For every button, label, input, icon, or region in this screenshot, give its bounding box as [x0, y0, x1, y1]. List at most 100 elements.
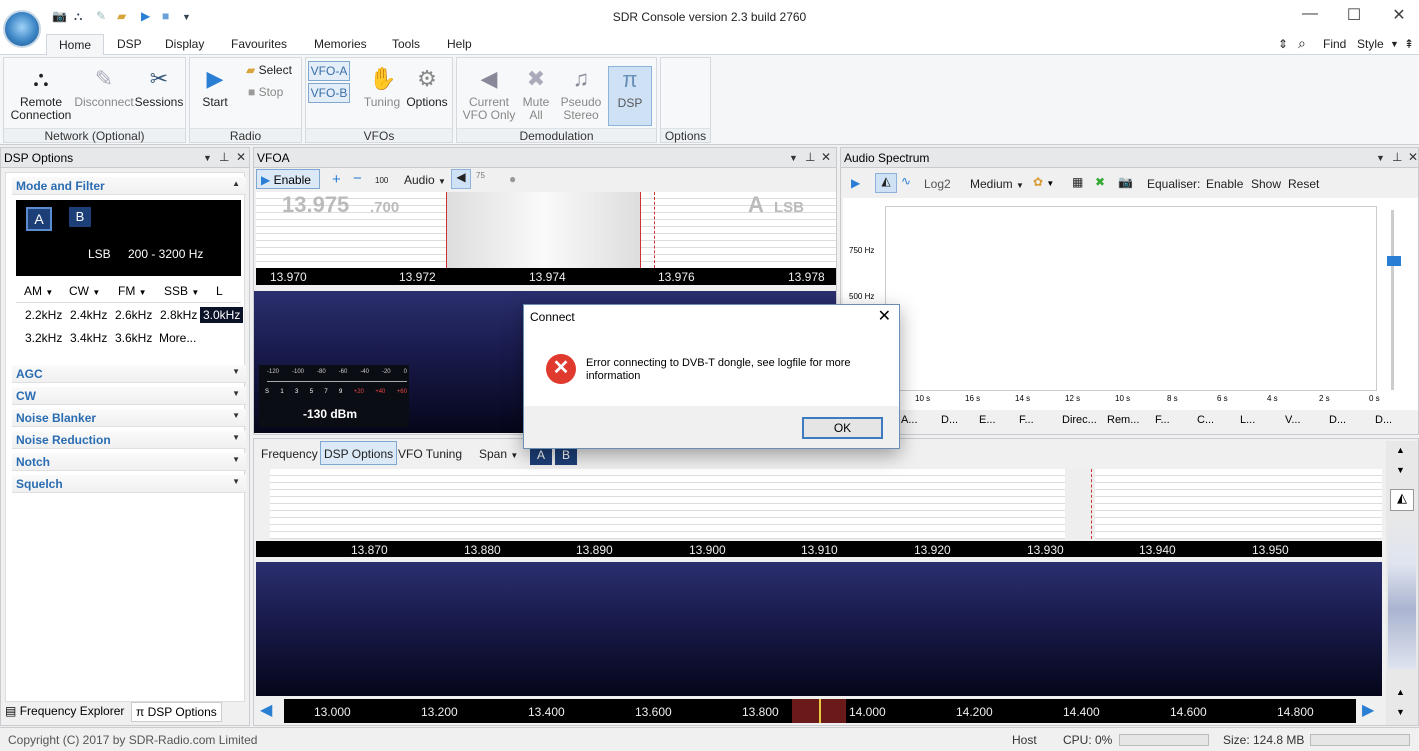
tab-v[interactable]: V... — [1285, 414, 1301, 426]
vfoa-enable-button[interactable]: ▶ Enable — [256, 169, 320, 189]
vfo-b-select[interactable]: B — [69, 207, 91, 227]
menu-favourites[interactable]: Favourites — [231, 37, 287, 51]
level-slider-thumb[interactable] — [1387, 256, 1401, 266]
gain-slider[interactable] — [1388, 519, 1416, 669]
mode-l-button[interactable]: L — [216, 284, 223, 298]
scroll-arrows-icon[interactable]: ⇕ — [1278, 37, 1288, 51]
tab-vfo-tuning[interactable]: VFO Tuning — [398, 447, 462, 461]
mode-am-button[interactable]: AM ▼ — [24, 284, 53, 298]
find-button[interactable]: Find — [1323, 37, 1346, 51]
style-button[interactable]: Style — [1357, 37, 1384, 51]
tab-c[interactable]: C... — [1197, 414, 1214, 426]
log2-button[interactable]: Log2 — [924, 177, 951, 191]
menu-home[interactable]: Home — [46, 34, 105, 56]
pin-icon[interactable]: ⊥ — [219, 150, 229, 164]
ok-button[interactable]: OK — [802, 417, 883, 439]
menu-memories[interactable]: Memories — [314, 37, 367, 51]
tab-a[interactable]: A... — [901, 414, 918, 426]
spectrum-mode-icon[interactable]: ◭ — [875, 173, 897, 193]
bw-3-4-button[interactable]: 3.4kHz — [70, 331, 107, 345]
mute-all-button[interactable]: ✖ Mute All — [517, 66, 555, 122]
style-dropdown-icon[interactable]: ▼ — [1390, 39, 1399, 49]
menu-display[interactable]: Display — [165, 37, 204, 51]
current-vfo-only-button[interactable]: ◀ Current VFO Only — [461, 66, 517, 122]
pin-icon[interactable]: ⊥ — [1392, 150, 1402, 164]
tab-dsp-options[interactable]: DSP Options — [320, 441, 398, 465]
dialog-close-icon[interactable]: ✕ — [878, 306, 891, 326]
tab-f[interactable]: F... — [1019, 414, 1034, 426]
main-waterfall[interactable] — [256, 562, 1382, 696]
tab-direc[interactable]: Direc... — [1062, 414, 1097, 426]
select-button[interactable]: ▰ Select — [246, 64, 292, 77]
remote-connection-button[interactable]: ⛬ Remote Connection — [8, 66, 74, 122]
app-logo-icon[interactable] — [3, 10, 41, 48]
menu-tools[interactable]: Tools — [392, 37, 420, 51]
scroll-up-icon[interactable]: ▲ — [1396, 687, 1405, 697]
tab-d3[interactable]: D... — [1375, 414, 1392, 426]
spectrum-view-icon[interactable]: ◭ — [1390, 489, 1414, 511]
vfo-b-button[interactable]: VFO-B — [308, 83, 350, 103]
panel-close-icon[interactable]: ✕ — [821, 150, 831, 164]
panel-menu-icon[interactable]: ▼ — [203, 153, 212, 163]
mode-filter-section[interactable]: Mode and Filter ▲ — [12, 177, 246, 195]
mode-fm-button[interactable]: FM ▼ — [118, 284, 147, 298]
left-tab-dsp-options[interactable]: π DSP Options — [131, 702, 222, 722]
tab-frequency[interactable]: Frequency — [261, 447, 318, 461]
pin-icon[interactable]: ⊥ — [805, 150, 815, 164]
play-icon[interactable]: ▶ — [851, 176, 860, 190]
notch-section[interactable]: Notch ▼ — [12, 453, 246, 471]
panel-close-icon[interactable]: ✕ — [236, 150, 246, 164]
dsp-toggle-button[interactable]: π DSP — [608, 66, 652, 126]
scroll-down-icon[interactable]: ▼ — [1396, 465, 1405, 475]
tab-f2[interactable]: F... — [1155, 414, 1170, 426]
main-scale[interactable]: 13.870 13.880 13.890 13.900 13.910 13.92… — [256, 541, 1382, 557]
cw-section[interactable]: CW ▼ — [12, 387, 246, 405]
mode-cw-button[interactable]: CW ▼ — [69, 284, 100, 298]
bw-2-2-button[interactable]: 2.2kHz — [25, 308, 62, 322]
zoom-out-icon[interactable]: − — [353, 170, 362, 187]
panel-close-icon[interactable]: ✕ — [1408, 150, 1418, 164]
medium-dropdown[interactable]: Medium ▼ — [970, 177, 1024, 191]
level-slider-track[interactable] — [1391, 210, 1394, 390]
menu-dsp[interactable]: DSP — [117, 37, 142, 51]
pseudo-stereo-button[interactable]: ♫ Pseudo Stereo — [555, 66, 607, 122]
bw-3-2-button[interactable]: 3.2kHz — [25, 331, 62, 345]
record-dot-icon[interactable]: ● — [509, 172, 516, 186]
sessions-button[interactable]: ✂ Sessions — [134, 66, 184, 109]
search-icon[interactable]: ⌕ — [1298, 35, 1306, 52]
vfo-options-button[interactable]: ⚙ Options — [404, 66, 450, 109]
ribbon-collapse-icon[interactable]: ⇞ — [1404, 37, 1414, 51]
tab-l[interactable]: L... — [1240, 414, 1255, 426]
start-button[interactable]: ▶ Start — [196, 66, 234, 109]
agc-section[interactable]: AGC ▼ — [12, 365, 246, 383]
span-dropdown[interactable]: Span ▼ — [479, 447, 518, 461]
tab-d[interactable]: D... — [941, 414, 958, 426]
wave-icon[interactable]: ∿ — [901, 174, 911, 188]
scroll-left-icon[interactable]: ◀ — [260, 700, 272, 720]
close-button[interactable]: ✕ — [1384, 5, 1414, 25]
tab-rem[interactable]: Rem... — [1107, 414, 1139, 426]
vfoa-scale[interactable]: 13.970 13.972 13.974 13.976 13.978 — [256, 268, 836, 285]
equaliser-reset-button[interactable]: Reset — [1288, 177, 1319, 191]
bw-2-4-button[interactable]: 2.4kHz — [70, 308, 107, 322]
audio-spectrum-plot[interactable]: 750 Hz 500 Hz 10 s 16 s 14 s 12 s 10 s 8… — [843, 198, 1418, 410]
grid-icon[interactable]: ▦ — [1072, 175, 1083, 189]
bw-3-6-button[interactable]: 3.6kHz — [115, 331, 152, 345]
scroll-up-icon[interactable]: ▲ — [1396, 445, 1405, 455]
noise-reduction-section[interactable]: Noise Reduction ▼ — [12, 431, 246, 449]
equaliser-enable-button[interactable]: Enable — [1206, 177, 1243, 191]
audio-dropdown[interactable]: Audio ▼ — [404, 173, 446, 187]
main-spectrum-plot[interactable] — [270, 469, 1382, 539]
panel-menu-icon[interactable]: ▼ — [789, 153, 798, 163]
tab-d2[interactable]: D... — [1329, 414, 1346, 426]
zoom-in-icon[interactable]: + — [332, 171, 341, 188]
tuning-button[interactable]: ✋ Tuning — [360, 66, 404, 109]
mode-ssb-button[interactable]: SSB ▼ — [164, 284, 199, 298]
filter-edge-right[interactable] — [640, 192, 641, 268]
minimize-button[interactable]: — — [1295, 5, 1325, 23]
vfo-a-select[interactable]: A — [26, 207, 52, 231]
squelch-section[interactable]: Squelch ▼ — [12, 475, 246, 493]
scroll-right-icon[interactable]: ▶ — [1362, 700, 1374, 720]
tools-icon[interactable]: ✖ — [1095, 175, 1105, 189]
panel-menu-icon[interactable]: ▼ — [1376, 153, 1385, 163]
